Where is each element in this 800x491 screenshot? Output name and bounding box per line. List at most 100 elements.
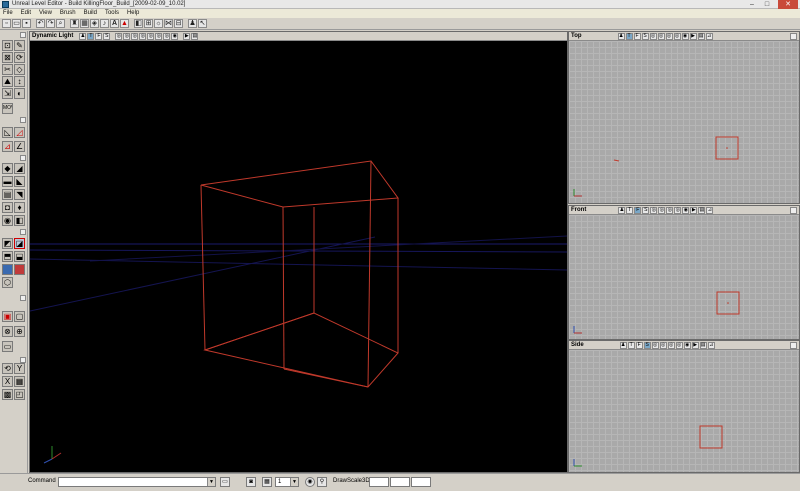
realtime-preview-icon[interactable]: ▶ <box>689 32 697 40</box>
lock-icon[interactable]: ▤ <box>697 32 705 40</box>
add-mover-icon[interactable]: ⬡ <box>2 277 13 288</box>
snap-vertex-icon[interactable]: ▩ <box>2 389 13 400</box>
eye-icon[interactable]: ◉ <box>681 32 689 40</box>
side-view-icon[interactable]: S <box>643 341 651 349</box>
search-icon[interactable]: ⌕ <box>56 19 65 28</box>
texture-usage-icon[interactable]: ◎ <box>131 32 139 40</box>
front-view-icon[interactable]: F <box>633 32 641 40</box>
magnify-icon[interactable]: ⚲ <box>317 477 327 487</box>
new-icon[interactable]: ▫ <box>2 19 11 28</box>
mirror-y-icon[interactable]: X <box>2 376 13 387</box>
build-geometry-icon[interactable]: ⊞ <box>144 19 153 28</box>
texture-rotate-icon[interactable]: ◐ <box>14 88 25 99</box>
subtract-brush-icon[interactable]: ◪ <box>14 238 25 249</box>
viewport-top[interactable]: Top ♟ T F S ◎ ◎ ◎ ◎ ◉ ▶ ▤ ⊿ <box>568 31 800 204</box>
log-window-icon[interactable]: ▭ <box>220 477 230 487</box>
hide-selected-icon[interactable]: ▣ <box>2 311 13 322</box>
side-view-icon[interactable]: S <box>641 32 649 40</box>
mover-icon[interactable]: MOVER <box>2 103 13 114</box>
brush-clip-icon[interactable]: ✂ <box>2 64 13 75</box>
collapse-icon[interactable] <box>20 229 26 235</box>
build-paths-icon[interactable]: ⋈ <box>164 19 173 28</box>
lighting-icon[interactable]: ◎ <box>155 32 163 40</box>
front-view-icon[interactable]: F <box>95 32 103 40</box>
side-canvas[interactable] <box>569 350 799 472</box>
deintersect-icon[interactable]: ⬓ <box>14 251 25 262</box>
spiral-icon[interactable]: ∠ <box>14 141 25 152</box>
cone-builder-icon[interactable]: ◣ <box>14 176 25 187</box>
undo-icon[interactable]: ↶ <box>36 19 45 28</box>
lock-selection-icon[interactable]: ◙ <box>246 477 256 487</box>
add-brush-icon[interactable]: ◩ <box>2 238 13 249</box>
menu-tools[interactable]: Tools <box>105 9 119 18</box>
collapse-icon[interactable] <box>20 117 26 123</box>
sheet-builder-icon[interactable]: ♦ <box>14 202 25 213</box>
viewport-perspective[interactable]: Dynamic Light ♟ T F S ◎ ◎ ◎ ◎ ◎ ◎ ◎ ◉ ▶ … <box>29 31 568 473</box>
tetra-builder-icon[interactable]: ◉ <box>2 215 13 226</box>
camera-icon[interactable]: ♟ <box>619 341 627 349</box>
camera-icon[interactable]: ♟ <box>79 32 87 40</box>
viewport-side[interactable]: Side ♟ T F S ◎ ◎ ◎ ◎ ◉ ▶ ▤ ⊿ <box>568 340 800 473</box>
lighting-icon[interactable]: ◎ <box>674 206 682 214</box>
wireframe-icon[interactable]: ◎ <box>649 32 657 40</box>
face-drag-icon[interactable]: ◇ <box>14 64 25 75</box>
actor-browser-icon[interactable]: ♜ <box>70 19 79 28</box>
viewport-front[interactable]: Front ♟ T F S ◎ ◎ ◎ ◎ ◉ ▶ ▤ ⊿ <box>568 205 800 340</box>
lock-icon[interactable]: ▤ <box>698 206 706 214</box>
front-view-icon[interactable]: F <box>634 206 642 214</box>
add-volume-icon[interactable] <box>14 264 25 275</box>
cylinder-builder-icon[interactable]: ▬ <box>2 176 13 187</box>
textured-icon[interactable]: ◎ <box>665 32 673 40</box>
menu-file[interactable]: File <box>3 9 13 18</box>
redo-icon[interactable]: ↷ <box>46 19 55 28</box>
volume-builder-icon[interactable]: ◘ <box>2 202 13 213</box>
save-icon[interactable]: ▪ <box>22 19 31 28</box>
texture-browser-icon[interactable]: ▦ <box>80 19 89 28</box>
zone-icon[interactable]: ◎ <box>658 206 666 214</box>
collapse-icon[interactable] <box>20 32 26 38</box>
viewport-close-button[interactable] <box>790 342 797 349</box>
top-view-icon[interactable]: T <box>87 32 95 40</box>
intersect-icon[interactable]: ⬒ <box>2 251 13 262</box>
mesh-browser-icon[interactable]: ◈ <box>90 19 99 28</box>
open-icon[interactable]: ▭ <box>12 19 21 28</box>
wireframe-icon[interactable]: ◎ <box>650 206 658 214</box>
build-all-icon[interactable]: ⊟ <box>174 19 183 28</box>
invert-selection-icon[interactable]: ▭ <box>2 341 13 352</box>
vertex-edit-icon[interactable]: ✎ <box>14 40 25 51</box>
viewport-close-button[interactable] <box>790 207 797 214</box>
matinee-icon[interactable]: ↕ <box>14 76 25 87</box>
menu-help[interactable]: Help <box>127 9 139 18</box>
cube-builder-icon[interactable]: ◆ <box>2 163 13 174</box>
select-inside-icon[interactable]: ⊗ <box>2 326 13 337</box>
chevron-down-icon[interactable]: ▼ <box>290 478 298 486</box>
camera-speed-icon[interactable]: ⟲ <box>2 363 13 374</box>
collapse-icon[interactable] <box>20 155 26 161</box>
scale-icon[interactable]: ⊠ <box>2 52 13 63</box>
top-view-icon[interactable]: T <box>626 206 634 214</box>
menu-brush[interactable]: Brush <box>60 9 76 18</box>
pointer-icon[interactable]: ↖ <box>198 19 207 28</box>
chevron-down-icon[interactable]: ▼ <box>207 478 215 486</box>
eye-icon[interactable]: ◉ <box>683 341 691 349</box>
pivot-icon[interactable]: ◰ <box>14 389 25 400</box>
play-icon[interactable]: ♟ <box>188 19 197 28</box>
texture-pan-icon[interactable]: ⇲ <box>2 88 13 99</box>
mirror-x-icon[interactable]: Y <box>14 363 25 374</box>
2d-shape-icon[interactable]: ◧ <box>134 19 143 28</box>
drawscale-y-field[interactable] <box>390 477 410 487</box>
top-view-icon[interactable]: T <box>625 32 633 40</box>
rotate-icon[interactable]: ⟳ <box>14 52 25 63</box>
show-selected-icon[interactable]: ▢ <box>14 311 25 322</box>
font-icon[interactable]: A <box>110 19 119 28</box>
command-input[interactable]: ▼ <box>58 477 216 487</box>
top-view-icon[interactable]: T <box>627 341 635 349</box>
zone-icon[interactable]: ◎ <box>657 32 665 40</box>
wireframe-icon[interactable]: ◎ <box>651 341 659 349</box>
camera-move-icon[interactable]: ⊡ <box>2 40 13 51</box>
sphere-builder-icon[interactable]: ◢ <box>14 163 25 174</box>
grid-snap-icon[interactable]: ⊿ <box>705 32 713 40</box>
drawscale-z-field[interactable] <box>411 477 431 487</box>
rotation-snap-icon[interactable]: ◉ <box>305 477 315 487</box>
sound-browser-icon[interactable]: ♪ <box>100 19 109 28</box>
